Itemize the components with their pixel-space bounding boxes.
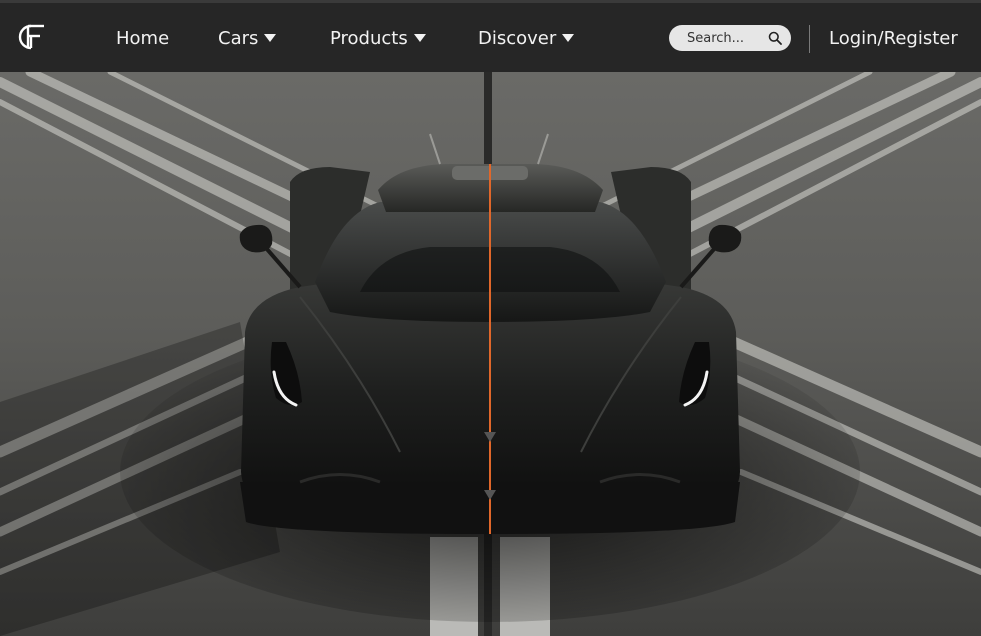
nav-discover[interactable]: Discover: [478, 27, 575, 51]
page: Home Cars Products Discover Login/Regist…: [0, 0, 981, 636]
search-box[interactable]: [669, 25, 791, 51]
nav-home[interactable]: Home: [116, 27, 169, 51]
nav-cars[interactable]: Cars: [218, 27, 277, 51]
caret-down-icon: [413, 34, 426, 42]
nav-divider: [809, 25, 810, 53]
nav-discover-label: Discover: [478, 28, 557, 49]
search-input[interactable]: [687, 30, 759, 46]
caret-down-icon: [562, 34, 575, 42]
navbar: Home Cars Products Discover Login/Regist…: [0, 0, 981, 72]
nav-products-label: Products: [330, 28, 408, 49]
nav-products[interactable]: Products: [330, 27, 426, 51]
hero-car-image: [0, 72, 981, 636]
login-register-link[interactable]: Login/Register: [829, 27, 958, 51]
hero-banner: [0, 72, 981, 636]
search-icon[interactable]: [768, 31, 782, 45]
brand-logo[interactable]: [14, 20, 48, 54]
caret-down-icon: [264, 34, 277, 42]
nav-home-label: Home: [116, 28, 170, 49]
nav-cars-label: Cars: [218, 28, 259, 49]
gf-monogram-logo-icon: [18, 24, 44, 50]
